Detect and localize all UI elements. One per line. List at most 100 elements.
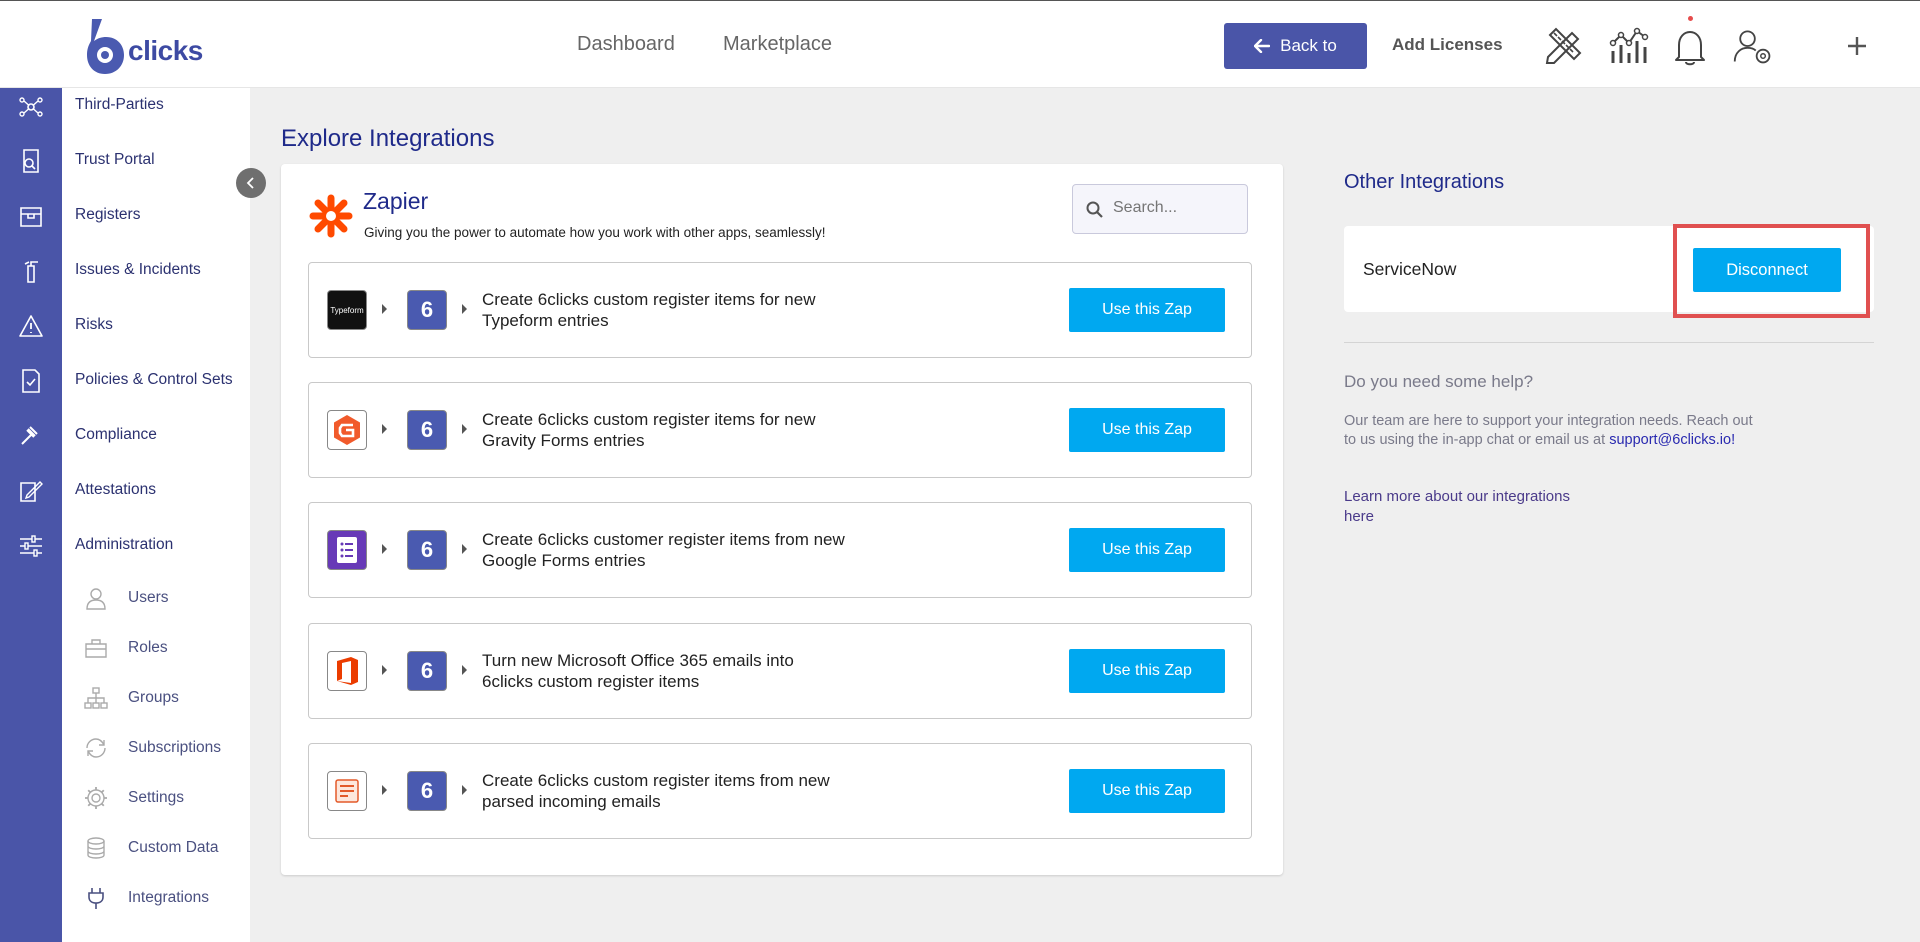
divider	[1344, 342, 1874, 343]
page-title: Explore Integrations	[281, 125, 495, 152]
arrow-right-icon	[382, 424, 387, 434]
sidebar-item-risks[interactable]: Risks	[75, 316, 113, 334]
help-text: Our team are here to support your integr…	[1344, 412, 1754, 450]
gavel-icon[interactable]	[18, 423, 44, 449]
sidebar-subitem-custom-data[interactable]: Custom Data	[128, 839, 218, 857]
sidebar-item-registers[interactable]: Registers	[75, 206, 140, 224]
chevron-left-icon	[246, 177, 254, 189]
zap-description: Create 6clicks customer register items f…	[482, 529, 872, 571]
arrow-right-icon	[462, 544, 467, 554]
zapier-title: Zapier	[363, 188, 429, 214]
sidebar-item-policies[interactable]: Policies & Control Sets	[75, 371, 233, 389]
sidebar-subitem-integrations[interactable]: Integrations	[128, 889, 209, 907]
sidebar-item-attestations[interactable]: Attestations	[75, 481, 156, 499]
sidebar: Third-Parties Trust Portal Registers Iss…	[62, 88, 250, 942]
support-email-link[interactable]: support@6clicks.io!	[1609, 432, 1735, 448]
zap-description: Turn new Microsoft Office 365 emails int…	[482, 650, 872, 692]
use-zap-button[interactable]: Use this Zap	[1069, 769, 1225, 813]
sixclicks-tile-icon: 6	[407, 771, 447, 811]
arrow-right-icon	[382, 544, 387, 554]
register-box-icon[interactable]	[18, 203, 44, 229]
warning-icon[interactable]	[18, 313, 44, 339]
zap-description: Create 6clicks custom register items for…	[482, 409, 872, 451]
sixclicks-tile-icon: 6	[407, 651, 447, 691]
use-zap-button[interactable]: Use this Zap	[1069, 528, 1225, 572]
office365-logo-icon	[327, 651, 367, 691]
six-label: 6	[420, 297, 434, 322]
top-header: clicks Dashboard Marketplace Back to Add…	[0, 0, 1920, 88]
zap-line1: Create 6clicks custom register items for…	[482, 410, 816, 429]
arrow-right-icon	[462, 304, 467, 314]
sidebar-item-administration[interactable]: Administration	[75, 536, 173, 554]
sidebar-item-trust-portal[interactable]: Trust Portal	[75, 151, 155, 169]
sidebar-subitem-roles[interactable]: Roles	[128, 639, 168, 657]
sidebar-subitem-groups[interactable]: Groups	[128, 689, 179, 707]
plug-icon	[88, 888, 104, 909]
sixclicks-tile-icon: 6	[407, 530, 447, 570]
email-parser-logo-icon	[327, 771, 367, 811]
arrow-right-icon	[382, 304, 387, 314]
gravity-forms-logo-icon	[327, 410, 367, 450]
network-icon[interactable]	[18, 94, 44, 120]
zap-row-typeform: Typeform 6 Create 6clicks custom registe…	[308, 262, 1252, 358]
design-tools-icon[interactable]	[1542, 25, 1584, 67]
highlight-box	[1673, 224, 1870, 318]
use-zap-button[interactable]: Use this Zap	[1069, 408, 1225, 452]
zap-description: Create 6clicks custom register items for…	[482, 289, 872, 331]
six-label: 6	[420, 537, 434, 562]
arrow-right-icon	[462, 785, 467, 795]
use-zap-button[interactable]: Use this Zap	[1069, 288, 1225, 332]
zap-row-google-forms: 6 Create 6clicks customer register items…	[308, 502, 1252, 598]
sidebar-subitem-settings[interactable]: Settings	[128, 789, 184, 807]
attestation-sign-icon[interactable]	[18, 478, 44, 504]
analytics-icon[interactable]	[1607, 25, 1649, 67]
portal-doc-icon[interactable]	[18, 148, 44, 174]
zap-row-email-parser: 6 Create 6clicks custom register items f…	[308, 743, 1252, 839]
sidebar-item-third-parties[interactable]: Third-Parties	[75, 96, 164, 114]
zapier-card: Zapier Giving you the power to automate …	[281, 164, 1283, 875]
logo-text: clicks	[128, 35, 203, 66]
use-zap-button[interactable]: Use this Zap	[1069, 649, 1225, 693]
search-icon	[1086, 201, 1103, 218]
typeform-logo-text: Typeform	[330, 305, 364, 315]
learn-more-link[interactable]: Learn more about our integrations here	[1344, 487, 1604, 527]
search-input[interactable]	[1113, 199, 1241, 217]
sidebar-subitem-users[interactable]: Users	[128, 589, 168, 607]
zap-line2: parsed incoming emails	[482, 792, 661, 811]
zap-line2: Google Forms entries	[482, 551, 646, 570]
sidebar-item-issues-incidents[interactable]: Issues & Incidents	[75, 261, 201, 279]
gear-icon	[85, 787, 107, 809]
other-integrations-title: Other Integrations	[1344, 171, 1505, 193]
icon-rail	[0, 88, 62, 942]
arrow-right-icon	[462, 665, 467, 675]
refresh-icon	[86, 738, 106, 758]
sixclicks-tile-icon: 6	[407, 410, 447, 450]
sixclicks-tile-icon: 6	[407, 290, 447, 330]
back-to-button[interactable]: Back to	[1224, 23, 1367, 69]
sidebar-item-compliance[interactable]: Compliance	[75, 426, 157, 444]
fire-extinguisher-icon[interactable]	[18, 258, 44, 284]
arrow-left-icon	[1254, 39, 1271, 53]
app-logo[interactable]: clicks	[84, 17, 204, 75]
zap-line1: Turn new Microsoft Office 365 emails int…	[482, 651, 794, 670]
zapier-subtitle: Giving you the power to automate how you…	[364, 225, 826, 240]
zap-line1: Create 6clicks customer register items f…	[482, 530, 845, 549]
six-label: 6	[420, 778, 434, 803]
plus-icon[interactable]	[1836, 25, 1878, 67]
nav-dashboard[interactable]: Dashboard	[577, 33, 675, 56]
zap-line1: Create 6clicks custom register items for…	[482, 290, 816, 309]
search-box[interactable]	[1072, 184, 1248, 234]
six-label: 6	[420, 658, 434, 683]
servicenow-name: ServiceNow	[1363, 259, 1457, 279]
add-licenses-link[interactable]: Add Licenses	[1392, 35, 1503, 55]
sidebar-subitem-subscriptions[interactable]: Subscriptions	[128, 739, 221, 757]
sliders-icon[interactable]	[18, 533, 44, 559]
back-to-label: Back to	[1280, 36, 1337, 55]
bell-icon[interactable]	[1669, 25, 1711, 67]
user-settings-icon[interactable]	[1732, 25, 1774, 67]
collapse-sidebar-button[interactable]	[236, 168, 266, 198]
policy-check-icon[interactable]	[18, 368, 44, 394]
zap-description: Create 6clicks custom register items fro…	[482, 770, 872, 812]
nav-marketplace[interactable]: Marketplace	[723, 33, 832, 56]
zap-line1: Create 6clicks custom register items fro…	[482, 771, 830, 790]
